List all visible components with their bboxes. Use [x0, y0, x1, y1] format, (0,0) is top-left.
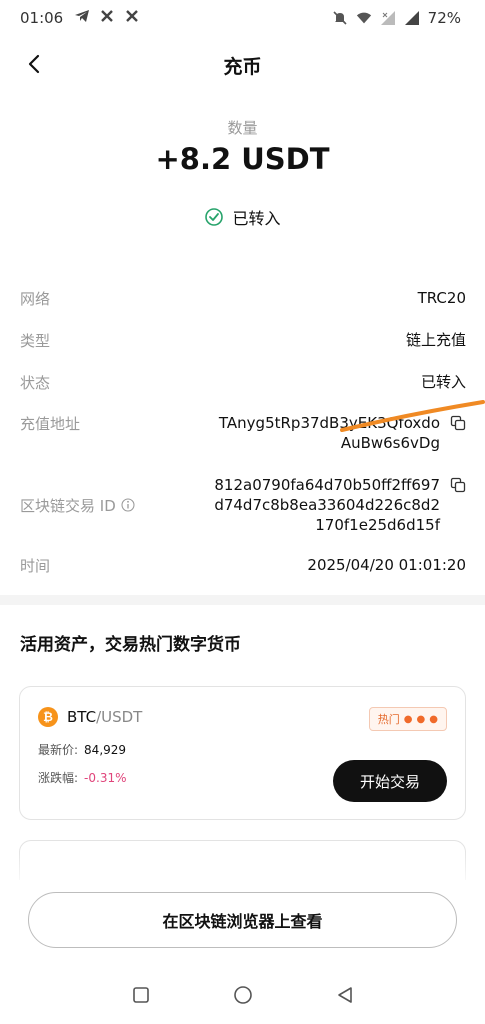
txid-label-group: 区块链交易 ID [20, 475, 135, 535]
txid-value-group: 812a0790fa64d70b50ff2ff697 d74d7c8b8ea33… [214, 475, 466, 535]
change-value: -0.31% [84, 771, 127, 785]
state-label: 状态 [20, 374, 51, 392]
pair-base: BTC [67, 708, 97, 726]
type-value: 链上充值 [405, 331, 466, 349]
network-label: 网络 [20, 290, 51, 308]
check-circle-icon [205, 208, 224, 226]
copy-icon[interactable] [450, 477, 466, 493]
txid-line-3: 170f1e25d6d15f [315, 516, 440, 534]
transfer-status: 已转入 [0, 205, 485, 229]
pair-name: BTC/USDT [67, 708, 142, 726]
amount-value: +8.2 USDT [155, 142, 330, 176]
hot-badge: 热门 ● ● ● [368, 707, 447, 731]
last-price: 最新价: 84,929 [38, 741, 126, 758]
system-nav-bar [0, 975, 485, 1015]
time-value: 2025/04/20 01:01:20 [307, 556, 466, 574]
detail-row-txid: 区块链交易 ID 812a0790fa64d70b50ff2ff697 d74d… [20, 475, 466, 535]
start-trading-button[interactable]: 开始交易 [333, 760, 447, 802]
back-nav-button[interactable] [334, 984, 356, 1006]
detail-row-network: 网络 TRC20 [20, 288, 466, 309]
trading-pair: ₿ BTC/USDT [38, 707, 142, 727]
view-on-explorer-button[interactable]: 在区块链浏览器上查看 [28, 892, 457, 948]
section-divider [0, 595, 485, 605]
status-left-icons [74, 8, 140, 24]
status-bar: 01:06 72% [0, 0, 485, 38]
address-label: 充值地址 [20, 415, 81, 433]
circle-icon [233, 986, 252, 1004]
home-button[interactable] [232, 984, 254, 1006]
pair-quote: /USDT [96, 708, 143, 726]
detail-row-type: 类型 链上充值 [20, 330, 466, 351]
app-notification-icon [99, 8, 115, 24]
txid-label: 区块链交易 ID [20, 496, 116, 515]
flame-icon: ● [429, 713, 438, 725]
detail-row-time: 时间 2025/04/20 01:01:20 [20, 555, 466, 576]
type-label: 类型 [20, 332, 51, 350]
header: 充币 [0, 40, 485, 88]
status-time: 01:06 [20, 9, 64, 27]
annotation-strike [340, 400, 485, 432]
time-label: 时间 [20, 557, 51, 575]
hot-label: 热门 [377, 713, 400, 726]
page-title: 充币 [223, 56, 262, 78]
telegram-icon [74, 8, 90, 24]
change-label: 涨跌幅: [38, 771, 79, 785]
transfer-status-text: 已转入 [232, 209, 281, 228]
detail-row-status: 状态 已转入 [20, 372, 466, 393]
triangle-back-icon [337, 987, 352, 1003]
market-card-btc[interactable]: ₿ BTC/USDT 热门 ● ● ● 最新价: 84,929 涨跌幅: -0.31… [19, 686, 466, 820]
scroll-fade [0, 850, 485, 890]
txid-line-1: 812a0790fa64d70b50ff2ff697 [214, 476, 440, 494]
last-price-value: 84,929 [84, 743, 127, 757]
flame-icon: ● [403, 713, 413, 725]
bitcoin-icon: ₿ [38, 707, 58, 727]
promo-heading: 活用资产，交易热门数字货币 [20, 635, 241, 655]
network-value: TRC20 [417, 289, 466, 307]
amount-label: 数量 [227, 119, 258, 137]
signal-icon [380, 10, 396, 26]
address-line-2: AuBw6s6vDg [340, 434, 440, 452]
battery-level: 72% [427, 9, 461, 27]
state-value: 已转入 [420, 373, 466, 391]
recents-button[interactable] [130, 984, 152, 1006]
app-notification-icon-2 [124, 8, 140, 24]
info-icon[interactable] [121, 498, 135, 512]
status-right-icons: 72% [332, 9, 461, 27]
last-price-label: 最新价: [38, 743, 79, 757]
flame-icon: ● [416, 713, 426, 725]
wifi-icon [356, 10, 372, 26]
square-icon [132, 987, 149, 1003]
txid-value[interactable]: 812a0790fa64d70b50ff2ff697 d74d7c8b8ea33… [214, 475, 440, 535]
price-change: 涨跌幅: -0.31% [38, 769, 127, 786]
signal-icon-2 [404, 10, 420, 26]
txid-line-2: d74d7c8b8ea33604d226c8d2 [214, 496, 440, 514]
mute-icon [332, 10, 348, 26]
